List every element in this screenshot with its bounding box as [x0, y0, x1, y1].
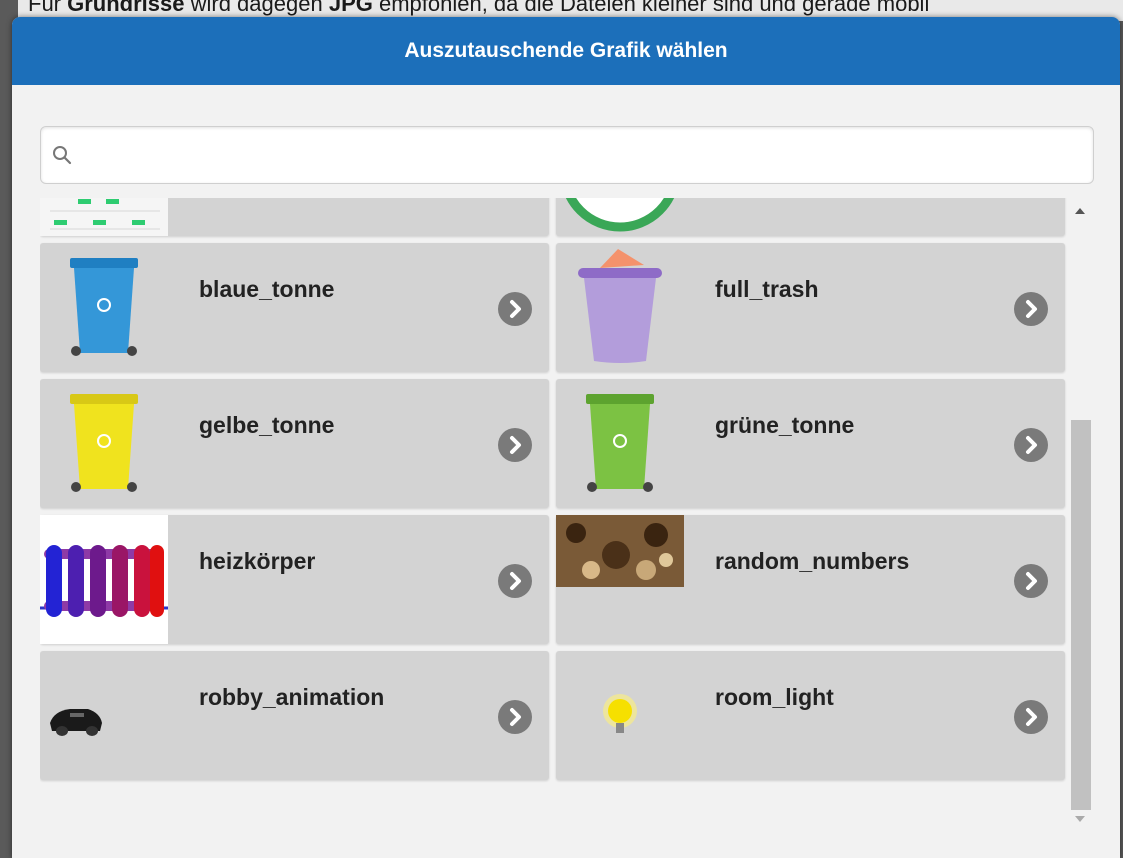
random-numbers-photo-thumbnail — [556, 515, 684, 644]
item-label: gelbe_tonne — [199, 412, 335, 438]
blue-bin-thumbnail — [40, 243, 168, 372]
item-label: heizkörper — [199, 548, 316, 574]
dialog-title: Auszutauschende Grafik wählen — [12, 17, 1120, 85]
green-bin-thumbnail — [556, 379, 684, 508]
item-label: grüne_tonne — [715, 412, 855, 438]
item-label: random_numbers — [715, 548, 910, 574]
search-input[interactable] — [81, 127, 1085, 183]
full-trash-can-thumbnail — [556, 243, 684, 372]
item-label: blaue_tonne — [199, 276, 335, 302]
chevron-right-icon[interactable] — [1014, 700, 1048, 734]
search-icon — [53, 146, 72, 165]
chevron-right-icon[interactable] — [498, 564, 532, 598]
trash-can-person-thumbnail — [556, 198, 684, 236]
list-item-robby-animation[interactable]: robby_animation — [40, 651, 549, 780]
chevron-right-icon[interactable] — [498, 428, 532, 462]
chevron-right-icon[interactable] — [498, 292, 532, 326]
radiator-thumbnail — [40, 515, 168, 644]
chevron-right-icon[interactable] — [1014, 564, 1048, 598]
light-bulb-thumbnail — [556, 651, 684, 780]
list-item-full-trash[interactable]: full_trash — [556, 243, 1065, 372]
list-item-gruene-tonne[interactable]: grüne_tonne — [556, 379, 1065, 508]
item-label: robby_animation — [199, 684, 385, 710]
chevron-right-icon[interactable] — [1014, 428, 1048, 462]
list-item-random-numbers[interactable]: random_numbers — [556, 515, 1065, 644]
list-item-room-light[interactable]: room_light — [556, 651, 1065, 780]
yellow-bin-thumbnail — [40, 379, 168, 508]
scrollbar-thumb[interactable] — [1071, 420, 1091, 810]
robot-mower-thumbnail — [40, 651, 168, 780]
list-scrollbar[interactable] — [1070, 198, 1092, 830]
list-item-blaue-tonne[interactable]: blaue_tonne — [40, 243, 549, 372]
select-graphic-dialog: Auszutauschende Grafik wählen blaue_tonn… — [12, 17, 1120, 858]
scroll-up-arrow-icon[interactable] — [1075, 208, 1085, 214]
item-label: room_light — [715, 684, 834, 710]
list-item-heizkoerper[interactable]: heizkörper — [40, 515, 549, 644]
list-item-gelbe-tonne[interactable]: gelbe_tonne — [40, 379, 549, 508]
chevron-right-icon[interactable] — [1014, 292, 1048, 326]
list-item-anim2[interactable]: anim2 — [40, 198, 549, 236]
list-item-basura[interactable]: basura — [556, 198, 1065, 236]
scroll-down-arrow-icon[interactable] — [1075, 816, 1085, 822]
chevron-right-icon[interactable] — [498, 700, 532, 734]
flowchart-diagram-thumbnail — [40, 198, 168, 236]
graphics-list: anim2 basura — [40, 198, 1070, 830]
item-label: full_trash — [715, 276, 819, 302]
search-box[interactable] — [40, 126, 1094, 184]
